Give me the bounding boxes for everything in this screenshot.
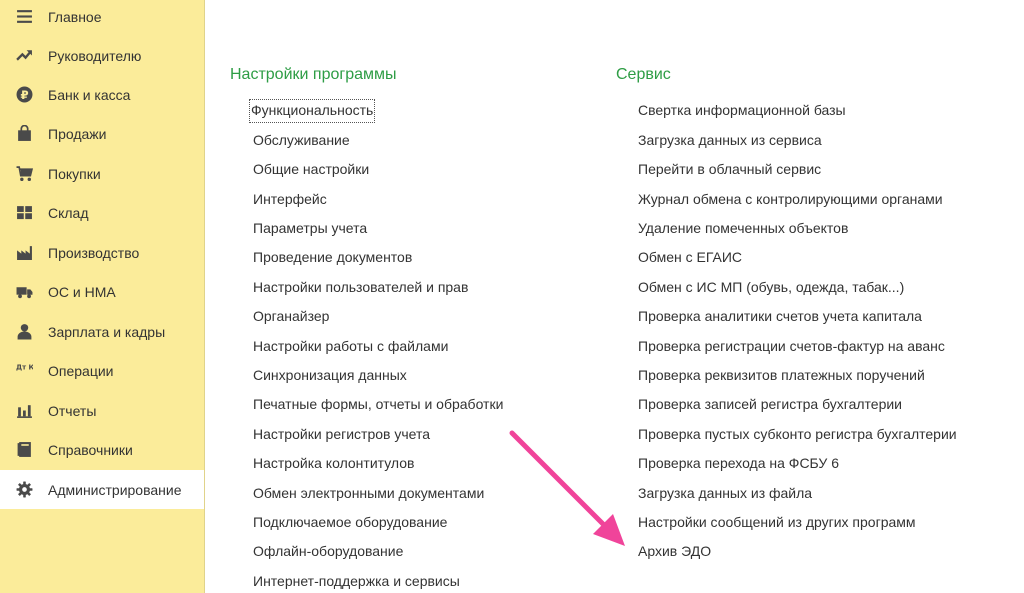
gear-icon — [15, 481, 33, 499]
factory-icon — [15, 244, 33, 262]
link-empty-subconto-check[interactable]: Проверка пустых субконто регистра бухгал… — [638, 424, 957, 446]
link-delete-marked[interactable]: Удаление помеченных объектов — [638, 218, 848, 240]
sidebar-item-main[interactable]: Главное — [0, 0, 204, 36]
link-egais-exchange[interactable]: Обмен с ЕГАИС — [638, 247, 742, 269]
link-load-from-service[interactable]: Загрузка данных из сервиса — [638, 130, 822, 152]
truck-icon — [15, 283, 33, 301]
link-fsbu6-check[interactable]: Проверка перехода на ФСБУ 6 — [638, 453, 839, 475]
link-general-settings[interactable]: Общие настройки — [253, 159, 369, 181]
debit-credit-icon: Дт Кт — [15, 362, 33, 380]
link-offline-equipment[interactable]: Офлайн-оборудование — [253, 541, 403, 563]
shopping-bag-icon — [15, 125, 33, 143]
sidebar-item-manager[interactable]: Руководителю — [0, 36, 204, 75]
sidebar-item-label: Зарплата и кадры — [48, 323, 166, 340]
link-load-from-file[interactable]: Загрузка данных из файла — [638, 483, 812, 505]
link-edi-exchange[interactable]: Обмен электронными документами — [253, 483, 484, 505]
sidebar-item-label: Продажи — [48, 125, 107, 142]
link-internet-support[interactable]: Интернет-поддержка и сервисы — [253, 571, 460, 593]
link-maintenance[interactable]: Обслуживание — [253, 130, 350, 152]
link-organizer[interactable]: Органайзер — [253, 306, 329, 328]
link-interface[interactable]: Интерфейс — [253, 189, 327, 211]
sidebar-item-directories[interactable]: Справочники — [0, 430, 204, 469]
link-file-settings[interactable]: Настройки работы с файлами — [253, 336, 448, 358]
link-headers-footers[interactable]: Настройка колонтитулов — [253, 453, 414, 475]
link-accounting-parameters[interactable]: Параметры учета — [253, 218, 367, 240]
link-invoice-advance-check[interactable]: Проверка регистрации счетов-фактур на ав… — [638, 336, 945, 358]
bar-chart-icon — [15, 402, 33, 420]
sidebar-item-administration[interactable]: Администрирование — [0, 470, 204, 509]
link-functionality[interactable]: Функциональность — [248, 99, 376, 123]
link-capital-analytics-check[interactable]: Проверка аналитики счетов учета капитала — [638, 306, 922, 328]
link-print-forms[interactable]: Печатные формы, отчеты и обработки — [253, 394, 503, 416]
sidebar-item-label: Администрирование — [48, 481, 182, 498]
sidebar-item-warehouse[interactable]: Склад — [0, 193, 204, 232]
link-edo-archive[interactable]: Архив ЭДО — [638, 541, 711, 563]
menu-icon — [15, 8, 33, 26]
sidebar: Главное Руководителю ₽ Банк и касса Прод… — [0, 0, 205, 593]
sidebar-item-sales[interactable]: Продажи — [0, 114, 204, 153]
cart-icon — [15, 165, 33, 183]
link-is-mp-exchange[interactable]: Обмен с ИС МП (обувь, одежда, табак...) — [638, 277, 904, 299]
sidebar-item-label: Покупки — [48, 165, 101, 182]
service-section-title: Сервис — [616, 66, 671, 83]
link-db-rollup[interactable]: Свертка информационной базы — [638, 100, 846, 122]
link-cloud-service[interactable]: Перейти в облачный сервис — [638, 159, 821, 181]
link-regulator-log[interactable]: Журнал обмена с контролирующими органами — [638, 189, 943, 211]
person-icon — [15, 323, 33, 341]
sidebar-item-label: Руководителю — [48, 47, 142, 64]
sidebar-item-label: Производство — [48, 244, 140, 261]
trend-up-icon — [15, 47, 33, 65]
link-data-sync[interactable]: Синхронизация данных — [253, 365, 407, 387]
sidebar-item-label: Склад — [48, 204, 89, 221]
link-users-rights[interactable]: Настройки пользователей и прав — [253, 277, 468, 299]
link-message-settings[interactable]: Настройки сообщений из других программ — [638, 512, 916, 534]
sidebar-item-salary[interactable]: Зарплата и кадры — [0, 312, 204, 351]
book-icon — [15, 441, 33, 459]
ruble-coin-icon: ₽ — [15, 86, 33, 104]
sidebar-item-bank[interactable]: ₽ Банк и касса — [0, 75, 204, 114]
link-connected-equipment[interactable]: Подключаемое оборудование — [253, 512, 447, 534]
debit-credit-glyph: Дт Кт — [16, 363, 33, 371]
sidebar-item-label: Главное — [48, 8, 102, 25]
sidebar-item-label: Операции — [48, 362, 114, 379]
sidebar-item-label: Справочники — [48, 441, 133, 458]
sidebar-item-fixed-assets[interactable]: ОС и НМА — [0, 272, 204, 311]
warehouse-grid-icon — [15, 204, 33, 222]
sidebar-item-reports[interactable]: Отчеты — [0, 391, 204, 430]
link-ledger-entries-check[interactable]: Проверка записей регистра бухгалтерии — [638, 394, 902, 416]
settings-section-title: Настройки программы — [230, 66, 397, 83]
link-document-posting[interactable]: Проведение документов — [253, 247, 412, 269]
sidebar-item-operations[interactable]: Дт Кт Операции — [0, 351, 204, 390]
sidebar-item-label: Отчеты — [48, 402, 97, 419]
sidebar-item-purchases[interactable]: Покупки — [0, 154, 204, 193]
sidebar-item-label: Банк и касса — [48, 86, 131, 103]
ruble-glyph: ₽ — [20, 88, 28, 102]
sidebar-item-label: ОС и НМА — [48, 283, 116, 300]
link-register-settings[interactable]: Настройки регистров учета — [253, 424, 430, 446]
link-payment-details-check[interactable]: Проверка реквизитов платежных поручений — [638, 365, 925, 387]
sidebar-item-production[interactable]: Производство — [0, 233, 204, 272]
